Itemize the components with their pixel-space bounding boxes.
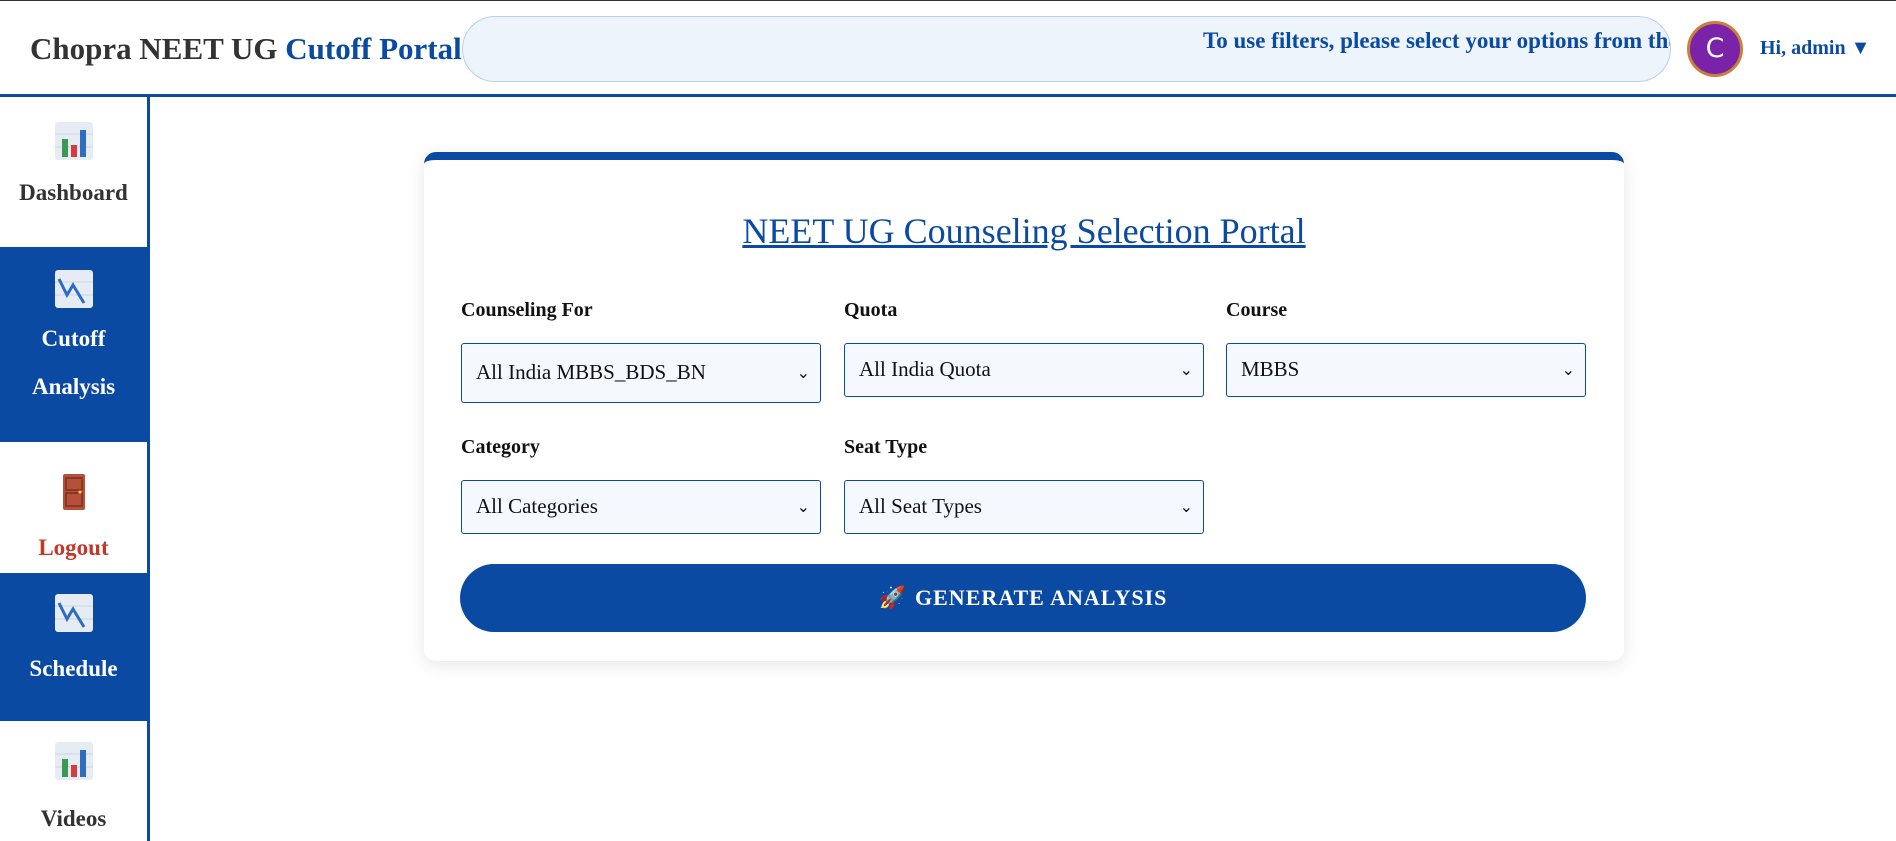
brand-primary: Chopra NEET UG bbox=[30, 31, 278, 66]
sidebar-item-dashboard[interactable]: Dashboard bbox=[0, 97, 147, 247]
sidebar-item-label: Cutoff Analysis bbox=[31, 326, 116, 399]
notice-ticker: To use filters, please select your optio… bbox=[462, 16, 1671, 82]
ticker-text: To use filters, please select your optio… bbox=[1203, 28, 1670, 53]
chevron-down-icon: ⌄ bbox=[796, 497, 810, 516]
sidebar: Dashboard Cutoff Analysis Logout Schedul… bbox=[0, 97, 150, 841]
sidebar-item-label: Schedule bbox=[29, 656, 118, 681]
course-select[interactable]: MBBS ⌄ bbox=[1226, 343, 1586, 397]
door-icon bbox=[62, 474, 85, 510]
sidebar-item-schedule[interactable]: Schedule bbox=[0, 573, 147, 721]
quota-value: All India Quota bbox=[859, 357, 991, 381]
line-chart-icon bbox=[54, 270, 93, 308]
sidebar-item-label: Dashboard bbox=[19, 180, 128, 205]
seat-type-label: Seat Type bbox=[844, 436, 928, 458]
chevron-down-icon: ⌄ bbox=[1561, 360, 1575, 379]
counseling-for-label: Counseling For bbox=[461, 299, 593, 321]
course-label: Course bbox=[1226, 299, 1288, 321]
quota-label: Quota bbox=[844, 299, 898, 321]
line-chart-icon bbox=[54, 594, 93, 632]
user-menu-toggle[interactable]: Hi, admin ▼ bbox=[1760, 37, 1870, 60]
generate-analysis-button[interactable]: 🚀 GENERATE ANALYSIS bbox=[460, 564, 1586, 632]
course-value: MBBS bbox=[1241, 357, 1300, 381]
brand-accent: Cutoff Portal bbox=[285, 31, 462, 66]
bar-chart-icon bbox=[54, 122, 93, 160]
page-title[interactable]: NEET UG Counseling Selection Portal bbox=[424, 210, 1624, 252]
chevron-down-icon: ⌄ bbox=[796, 363, 810, 382]
rocket-icon: 🚀 bbox=[878, 586, 908, 611]
counseling-for-value: All India MBBS_BDS_BN bbox=[476, 360, 706, 384]
avatar[interactable]: C bbox=[1687, 21, 1743, 77]
generate-analysis-label: GENERATE ANALYSIS bbox=[915, 585, 1168, 610]
counseling-for-select[interactable]: All India MBBS_BDS_BN ⌄ bbox=[461, 343, 821, 403]
chevron-down-icon: ⌄ bbox=[1179, 360, 1193, 379]
sidebar-item-label: Logout bbox=[38, 535, 109, 560]
quota-select[interactable]: All India Quota ⌄ bbox=[844, 343, 1204, 397]
sidebar-item-label: Videos bbox=[40, 806, 107, 831]
sidebar-item-videos[interactable]: Videos bbox=[0, 721, 147, 841]
top-header: Chopra NEET UG Cutoff Portal To use filt… bbox=[0, 0, 1896, 97]
bar-chart-icon bbox=[54, 742, 93, 780]
seat-type-value: All Seat Types bbox=[859, 494, 982, 518]
category-label: Category bbox=[461, 436, 540, 458]
selection-card: NEET UG Counseling Selection Portal Coun… bbox=[424, 152, 1624, 661]
sidebar-item-cutoff-analysis[interactable]: Cutoff Analysis bbox=[0, 247, 147, 442]
sidebar-item-logout[interactable]: Logout bbox=[0, 442, 147, 570]
chevron-down-icon: ⌄ bbox=[1179, 497, 1193, 516]
category-select[interactable]: All Categories ⌄ bbox=[461, 480, 821, 534]
seat-type-select[interactable]: All Seat Types ⌄ bbox=[844, 480, 1204, 534]
brand-title[interactable]: Chopra NEET UG Cutoff Portal bbox=[30, 31, 462, 67]
category-value: All Categories bbox=[476, 494, 598, 518]
